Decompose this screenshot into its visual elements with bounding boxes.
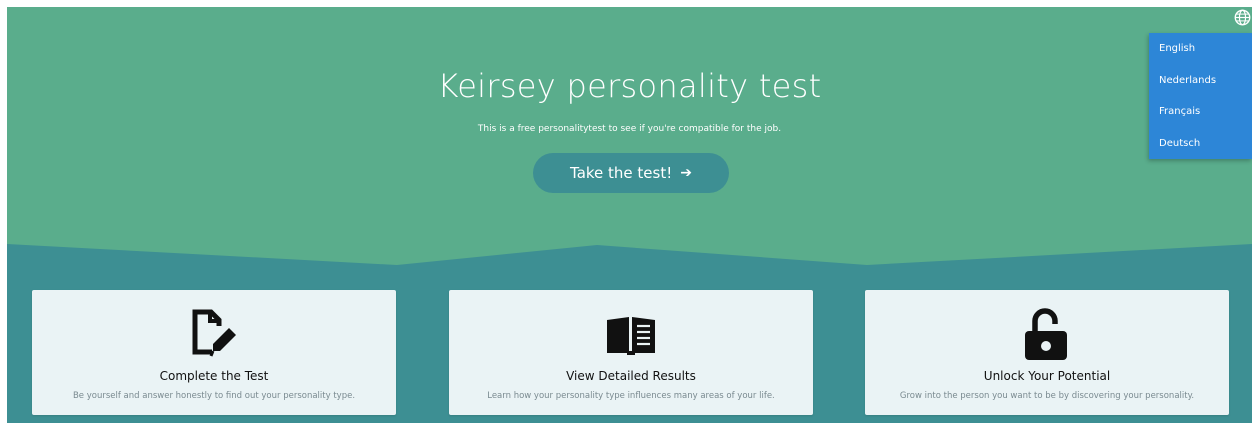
unlocked-padlock-icon bbox=[1025, 308, 1067, 360]
landing-page: Keirsey personality test This is a free … bbox=[7, 7, 1252, 423]
page-title: Keirsey personality test bbox=[437, 67, 822, 105]
feature-description: Learn how your personality type influenc… bbox=[487, 391, 775, 401]
feature-description: Grow into the person you want to be by d… bbox=[899, 391, 1195, 401]
globe-icon[interactable] bbox=[1234, 9, 1251, 26]
language-option-nederlands[interactable]: Nederlands bbox=[1149, 65, 1252, 97]
edit-document-icon bbox=[192, 309, 236, 357]
language-menu: English Nederlands Français Deutsch bbox=[1149, 33, 1252, 159]
feature-card-unlock-potential: Unlock Your Potential Grow into the pers… bbox=[865, 290, 1229, 415]
open-book-icon bbox=[607, 317, 655, 355]
language-option-francais[interactable]: Français bbox=[1149, 96, 1252, 128]
language-option-english[interactable]: English bbox=[1149, 33, 1252, 65]
feature-card-complete-test: Complete the Test Be yourself and answer… bbox=[32, 290, 396, 415]
feature-title: View Detailed Results bbox=[566, 369, 696, 383]
take-test-button[interactable]: Take the test! ➔ bbox=[533, 153, 729, 193]
page-subtitle: This is a free personalitytest to see if… bbox=[477, 124, 782, 134]
feature-description: Be yourself and answer honestly to find … bbox=[72, 391, 356, 401]
arrow-right-icon: ➔ bbox=[680, 165, 692, 181]
language-option-deutsch[interactable]: Deutsch bbox=[1149, 128, 1252, 160]
feature-card-detailed-results: View Detailed Results Learn how your per… bbox=[449, 290, 813, 415]
feature-title: Unlock Your Potential bbox=[983, 369, 1111, 383]
take-test-label: Take the test! bbox=[570, 164, 673, 182]
feature-title: Complete the Test bbox=[159, 369, 269, 383]
